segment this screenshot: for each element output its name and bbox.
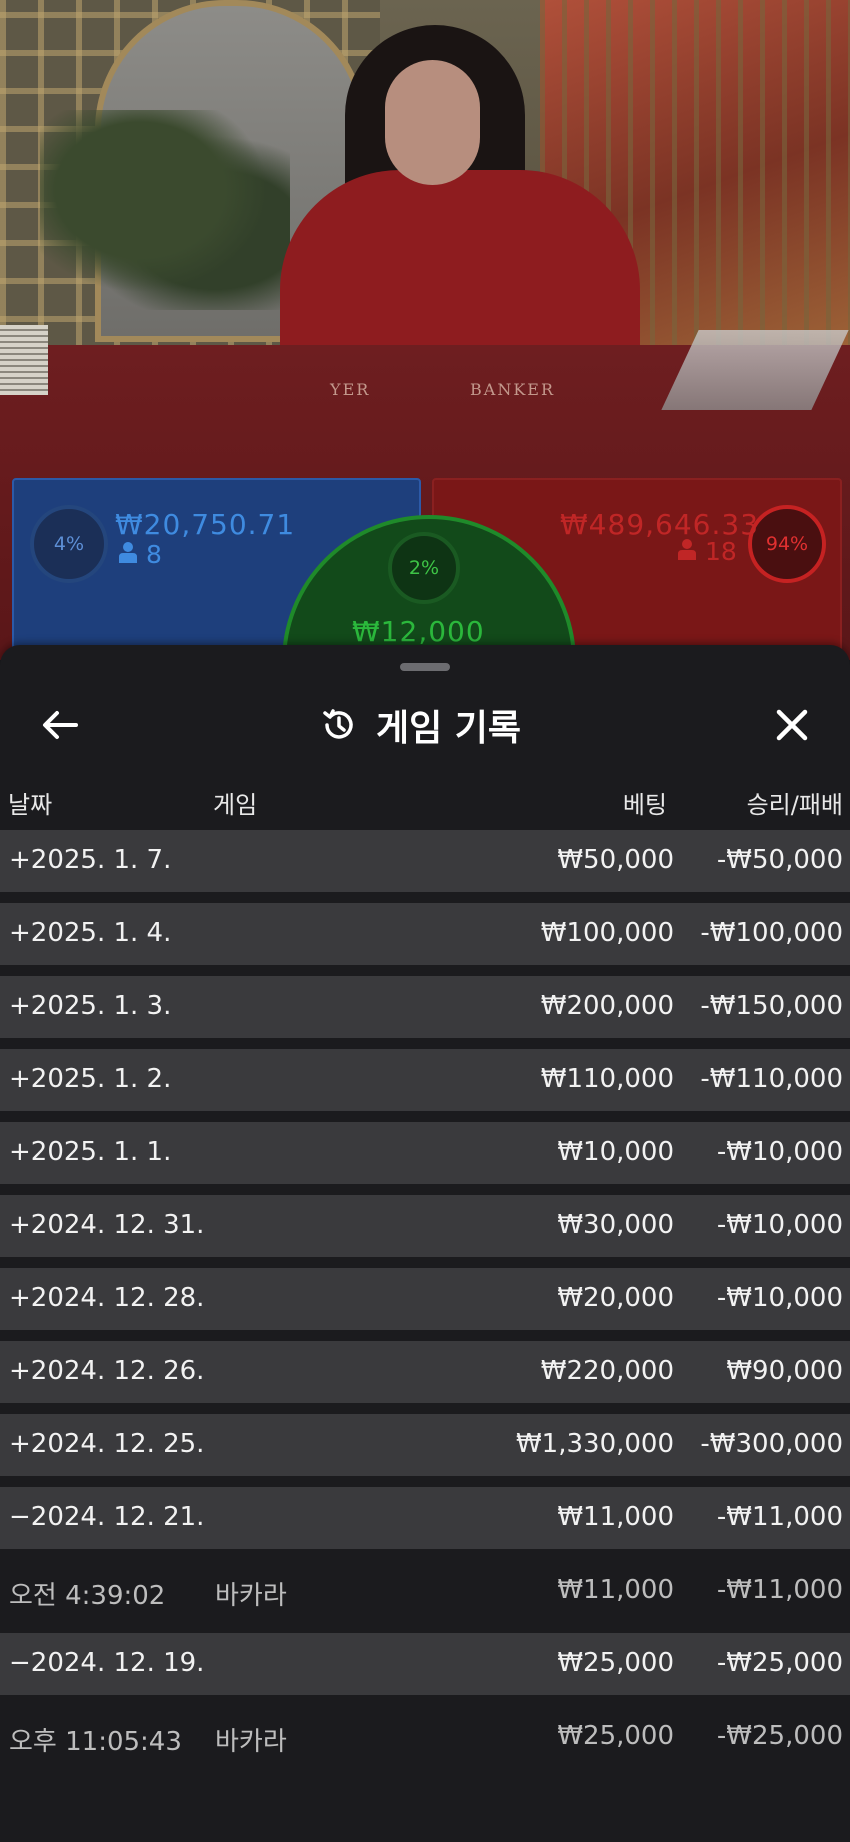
row-bet: ₩25,000 (557, 1721, 674, 1751)
banker-count: 18 (677, 537, 737, 566)
row-bet: ₩30,000 (557, 1210, 674, 1240)
row-winloss: -₩300,000 (700, 1429, 843, 1459)
row-winloss: -₩11,000 (716, 1502, 843, 1532)
row-date: +2025. 1. 7. (9, 845, 172, 875)
row-bet: ₩110,000 (540, 1064, 674, 1094)
history-icon (323, 709, 353, 739)
round-row[interactable]: 오후 11:05:43 바카라 ₩25,000 -₩25,000 (0, 1706, 850, 1768)
table-banker-label: BANKER (470, 380, 555, 399)
date-group-row[interactable]: −2024. 12. 21. ₩11,000 -₩11,000 (0, 1487, 850, 1549)
player-total-bet: ₩20,750.71 (115, 508, 296, 541)
sheet-title: 게임 기록 (320, 699, 521, 751)
row-date: +2025. 1. 2. (9, 1064, 172, 1094)
date-group-row[interactable]: +2024. 12. 28. ₩20,000 -₩10,000 (0, 1268, 850, 1330)
row-date: 오전 4:39:02 (9, 1581, 166, 1611)
row-winloss: -₩10,000 (716, 1283, 843, 1313)
row-winloss: -₩100,000 (700, 918, 843, 948)
dealer-face (385, 60, 480, 185)
date-group-row[interactable]: +2025. 1. 1. ₩10,000 -₩10,000 (0, 1122, 850, 1184)
banker-percent: 94% (765, 533, 809, 555)
row-bet: ₩25,000 (557, 1648, 674, 1678)
row-date: +2025. 1. 3. (9, 991, 172, 1021)
column-bet: 베팅 (622, 791, 667, 819)
round-row[interactable]: 오전 4:39:02 바카라 ₩11,000 -₩11,000 (0, 1560, 850, 1622)
sheet-header: 게임 기록 (0, 685, 850, 765)
date-group-row[interactable]: +2025. 1. 4. ₩100,000 -₩100,000 (0, 903, 850, 965)
table-header: 날짜 게임 베팅 승리/패배 (0, 785, 850, 825)
player-count: 8 (118, 540, 162, 569)
date-group-row[interactable]: +2025. 1. 7. ₩50,000 -₩50,000 (0, 830, 850, 892)
row-bet: ₩100,000 (540, 918, 674, 948)
row-date: +2024. 12. 26. (9, 1356, 205, 1386)
row-bet: ₩200,000 (540, 991, 674, 1021)
column-date: 날짜 (8, 791, 53, 819)
row-bet: ₩11,000 (557, 1502, 674, 1532)
tie-percent-ring: 2% (388, 532, 460, 604)
row-date: +2024. 12. 28. (9, 1283, 205, 1313)
row-bet: ₩220,000 (540, 1356, 674, 1386)
date-group-row[interactable]: +2025. 1. 2. ₩110,000 -₩110,000 (0, 1049, 850, 1111)
row-winloss: -₩10,000 (716, 1137, 843, 1167)
row-winloss: -₩110,000 (700, 1064, 843, 1094)
game-history-sheet: 게임 기록 날짜 게임 베팅 승리/패배 +2025. 1. 7. ₩50,000… (0, 645, 850, 1842)
drag-handle[interactable] (400, 663, 450, 671)
date-group-row[interactable]: +2024. 12. 31. ₩30,000 -₩10,000 (0, 1195, 850, 1257)
player-percent: 4% (53, 533, 85, 555)
page-title: 게임 기록 (376, 708, 522, 749)
row-date: 오후 11:05:43 (9, 1727, 182, 1757)
row-bet: ₩11,000 (557, 1575, 674, 1605)
row-winloss: -₩50,000 (716, 845, 843, 875)
row-winloss: -₩11,000 (716, 1575, 843, 1605)
history-table: +2025. 1. 7. ₩50,000 -₩50,000 +2025. 1. 4. ₩… (0, 830, 850, 1779)
column-game: 게임 (213, 791, 258, 819)
row-bet: ₩1,330,000 (515, 1429, 674, 1459)
arrow-left-icon (43, 711, 78, 739)
row-bet: ₩20,000 (557, 1283, 674, 1313)
chip-stack (0, 325, 48, 395)
banker-percent-ring: 94% (748, 505, 826, 583)
row-date: +2025. 1. 4. (9, 918, 172, 948)
player-percent-ring: 4% (30, 505, 108, 583)
date-group-row[interactable]: +2025. 1. 3. ₩200,000 -₩150,000 (0, 976, 850, 1038)
date-group-row[interactable]: +2024. 12. 26. ₩220,000 ₩90,000 (0, 1341, 850, 1403)
person-icon (119, 542, 137, 563)
row-winloss: -₩25,000 (716, 1648, 843, 1678)
row-date: +2025. 1. 1. (9, 1137, 172, 1167)
column-winloss: 승리/패배 (746, 791, 843, 819)
row-date: +2024. 12. 31. (9, 1210, 205, 1240)
table-player-label: YER (330, 380, 371, 399)
date-group-row[interactable]: +2024. 12. 25. ₩1,330,000 -₩300,000 (0, 1414, 850, 1476)
row-date: −2024. 12. 21. (9, 1502, 205, 1532)
close-button[interactable] (766, 699, 818, 751)
date-group-row[interactable]: −2024. 12. 19. ₩25,000 -₩25,000 (0, 1633, 850, 1695)
row-winloss: -₩10,000 (716, 1210, 843, 1240)
tie-percent: 2% (408, 557, 440, 579)
row-bet: ₩10,000 (557, 1137, 674, 1167)
row-date: −2024. 12. 19. (9, 1648, 205, 1678)
close-icon (776, 709, 808, 741)
row-winloss: ₩90,000 (726, 1356, 843, 1386)
row-game: 바카라 (215, 1727, 287, 1757)
tie-total-bet: ₩12,000 (352, 615, 485, 648)
row-winloss: -₩25,000 (716, 1721, 843, 1751)
row-winloss: -₩150,000 (700, 991, 843, 1021)
row-date: +2024. 12. 25. (9, 1429, 205, 1459)
row-game: 바카라 (215, 1581, 287, 1611)
bonsai-tree (40, 110, 290, 310)
back-button[interactable] (36, 701, 84, 749)
row-bet: ₩50,000 (557, 845, 674, 875)
person-icon (678, 539, 696, 560)
